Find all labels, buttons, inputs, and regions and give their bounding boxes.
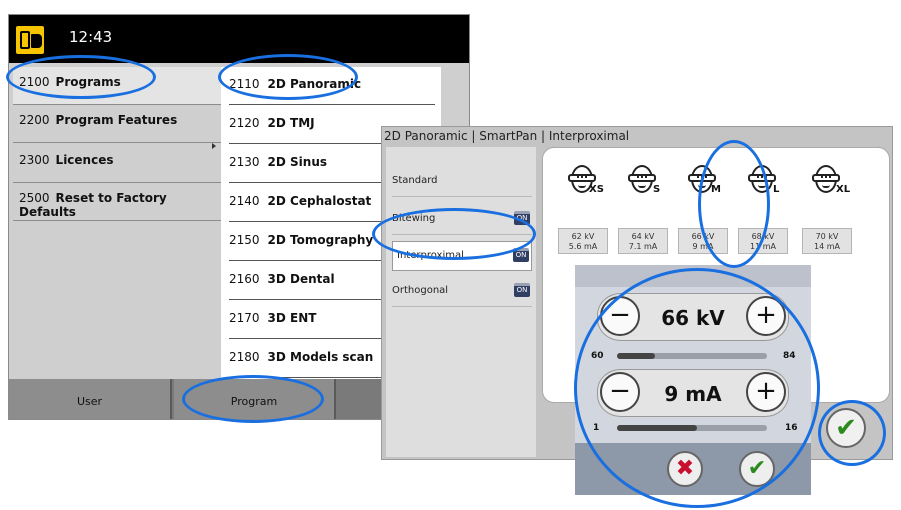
kv-value: 62 kV — [571, 232, 595, 241]
program-code: 2110 — [229, 77, 260, 91]
adjust-action-bar: ✖ ✔ — [575, 443, 811, 495]
clock: 12:43 — [69, 28, 113, 46]
size-option-xl[interactable]: XL 70 kV 14 mA — [799, 162, 853, 258]
settings-menu: 2100 Programs 2200 Program Features 2300 Li… — [9, 63, 221, 383]
program-label: 2D Sinus — [267, 155, 328, 169]
confirm-settings-button[interactable]: ✔ — [826, 408, 866, 448]
program-code: 2120 — [229, 116, 260, 130]
kv-increase-button[interactable]: + — [746, 296, 786, 336]
ma-control: − 9 mA + — [597, 369, 789, 417]
size-option-m[interactable]: M 66 kV 9 mA — [675, 162, 729, 258]
side-caption — [893, 340, 901, 440]
menu-item-label: Licences — [55, 153, 114, 167]
mode-list: Standard Bitewing ON Interproximal ON Orth… — [386, 147, 536, 457]
menu-item-code: 2200 — [19, 113, 50, 127]
program-code: 2130 — [229, 155, 260, 169]
patient-head-icon — [748, 162, 776, 196]
program-code: 2170 — [229, 311, 260, 325]
menu-item-reset[interactable]: 2500 Reset to Factory Defaults — [13, 183, 221, 221]
program-label: 3D ENT — [267, 311, 317, 325]
program-label: 3D Dental — [267, 272, 335, 286]
kv-range-bar[interactable] — [617, 353, 767, 359]
exposure-values: 70 kV 14 mA — [802, 228, 852, 254]
adjust-panel-header — [575, 265, 811, 287]
size-option-xs[interactable]: XS 62 kV 5.6 mA — [555, 162, 609, 258]
program-code: 2180 — [229, 350, 260, 364]
size-label: M — [711, 184, 721, 195]
toggle-on-icon[interactable]: ON — [513, 248, 529, 262]
ma-value: 7.1 mA — [628, 242, 658, 251]
menu-item-code: 2100 — [19, 75, 50, 89]
kv-value: 70 kV — [815, 232, 839, 241]
mode-label: Bitewing — [392, 213, 436, 224]
menu-item-program-features[interactable]: 2200 Program Features — [13, 105, 221, 143]
size-label: XL — [836, 184, 851, 195]
program-label: 2D Panoramic — [267, 77, 362, 91]
menu-item-label: Program Features — [55, 113, 178, 127]
ma-min-label: 1 — [593, 423, 600, 433]
menu-item-label: Programs — [55, 75, 121, 89]
program-code: 2160 — [229, 272, 260, 286]
confirm-adjust-button[interactable]: ✔ — [739, 451, 775, 487]
exposure-values: 62 kV 5.6 mA — [558, 228, 608, 254]
ma-range-bar[interactable] — [617, 425, 767, 431]
program-label: 2D Tomography — [267, 233, 374, 247]
kv-range-fill — [617, 353, 655, 359]
mode-bitewing[interactable]: Bitewing ON — [392, 205, 532, 235]
size-option-s[interactable]: S 64 kV 7.1 mA — [615, 162, 669, 258]
kv-control: − 66 kV + — [597, 293, 789, 341]
program-label: 2D Cephalostat — [267, 194, 372, 208]
kv-value: 64 kV — [631, 232, 655, 241]
dental-unit-icon — [15, 25, 45, 55]
ma-max-label: 16 — [785, 423, 798, 433]
kv-value: 68 kV — [751, 232, 775, 241]
ma-value: 5.6 mA — [568, 242, 598, 251]
tab-user[interactable]: User — [9, 379, 172, 419]
dialog-title: 2D Panoramic | SmartPan | Interproximal — [384, 129, 630, 143]
menu-item-code: 2300 — [19, 153, 50, 167]
exposure-values: 68 kV 11 mA — [738, 228, 788, 254]
patient-head-icon — [628, 162, 656, 196]
ma-value: 11 mA — [750, 242, 776, 251]
size-option-l[interactable]: L 68 kV 11 mA — [735, 162, 789, 258]
exposure-values: 64 kV 7.1 mA — [618, 228, 668, 254]
kv-min-label: 60 — [591, 351, 604, 361]
menu-item-licences[interactable]: 2300 Licences — [13, 145, 221, 183]
exposure-adjust-panel: − 66 kV + 60 84 − 9 mA + 1 16 — [575, 265, 811, 445]
program-code: 2150 — [229, 233, 260, 247]
program-label: 3D Models scan — [267, 350, 374, 364]
mode-orthogonal[interactable]: Orthogonal ON — [392, 277, 532, 307]
ma-value: 14 mA — [814, 242, 840, 251]
mode-label: Standard — [392, 175, 438, 186]
menu-item-programs[interactable]: 2100 Programs — [13, 67, 221, 105]
tab-program[interactable]: Program — [174, 379, 336, 419]
toggle-on-icon[interactable]: ON — [514, 211, 530, 225]
program-item-2d-panoramic[interactable]: 2110 2D Panoramic — [229, 67, 435, 105]
mode-label: Interproximal — [397, 250, 464, 261]
program-code: 2140 — [229, 194, 260, 208]
kv-value: 66 kV — [691, 232, 715, 241]
cancel-button[interactable]: ✖ — [667, 451, 703, 487]
ma-value: 9 mA — [692, 242, 714, 251]
size-label: L — [773, 184, 780, 195]
program-label: 2D TMJ — [267, 116, 315, 130]
mode-interproximal[interactable]: Interproximal ON — [392, 241, 532, 271]
ma-range-fill — [617, 425, 697, 431]
size-label: XS — [589, 184, 604, 195]
exposure-values: 66 kV 9 mA — [678, 228, 728, 254]
toggle-on-icon[interactable]: ON — [514, 283, 530, 297]
menu-item-code: 2500 — [19, 191, 50, 205]
mode-label: Orthogonal — [392, 285, 449, 296]
size-label: S — [653, 184, 661, 195]
status-bar: 12:43 — [9, 15, 469, 63]
ma-increase-button[interactable]: + — [746, 372, 786, 412]
kv-max-label: 84 — [783, 351, 796, 361]
mode-standard[interactable]: Standard — [392, 167, 532, 197]
exposure-settings-dialog: 2D Panoramic | SmartPan | Interproximal … — [381, 126, 893, 495]
